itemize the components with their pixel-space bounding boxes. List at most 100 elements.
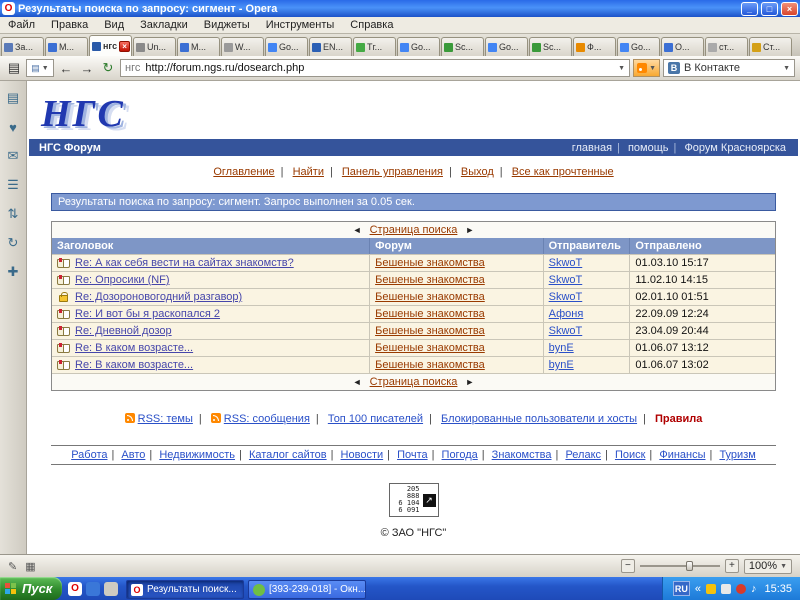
minimize-icon[interactable]: _ (741, 2, 758, 16)
page-menu-dropdown[interactable]: ▤▼ (26, 59, 54, 77)
updates-tray-icon[interactable] (706, 584, 716, 594)
topic-link[interactable]: Re: И вот бы я раскопался 2 (75, 308, 220, 320)
zoom-in-icon[interactable]: + (725, 559, 739, 573)
footer-link-znakomstva[interactable]: Знакомства (492, 449, 552, 461)
reload-icon[interactable]: ↻ (99, 59, 117, 77)
topic-link[interactable]: Re: Опросики (NF) (75, 274, 170, 286)
sender-link[interactable]: SkwoT (549, 291, 583, 303)
footer-link-finansy[interactable]: Финансы (659, 449, 705, 461)
menu-bookmarks[interactable]: Закладки (132, 18, 196, 32)
forum-link[interactable]: Бешеные знакомства (375, 359, 485, 371)
forum-link[interactable]: Бешеные знакомства (375, 342, 485, 354)
sender-link[interactable]: bynE (549, 359, 574, 371)
tab[interactable]: Тг... (353, 37, 396, 56)
search-page-link[interactable]: Страница поиска (370, 224, 458, 236)
topic-link[interactable]: Re: Дозороновогодний разгавор) (75, 291, 242, 303)
hit-counter[interactable]: 205 888 6 104 6 091 ↗ (389, 483, 439, 517)
nav-search[interactable]: Найти (293, 166, 324, 178)
tab[interactable]: За... (1, 37, 44, 56)
tab[interactable]: Un... (133, 37, 176, 56)
tab[interactable]: Go... (265, 37, 308, 56)
footer-link-novosti[interactable]: Новости (341, 449, 384, 461)
column-header-title[interactable]: Заголовок (52, 238, 370, 254)
menu-help[interactable]: Справка (342, 18, 401, 32)
sender-link[interactable]: bynE (549, 342, 574, 354)
prev-page-icon[interactable]: ◄ (353, 225, 362, 235)
tab[interactable]: М... (45, 37, 88, 56)
rss-feed-button[interactable]: ▼ (633, 59, 660, 77)
column-header-forum[interactable]: Форум (370, 238, 544, 254)
back-icon[interactable]: ← (57, 59, 75, 77)
rules-link[interactable]: Правила (655, 413, 702, 425)
footer-link-turizm[interactable]: Туризм (719, 449, 755, 461)
start-button[interactable]: Пуск (0, 577, 62, 600)
forum-link[interactable]: Бешеные знакомства (375, 257, 485, 269)
compose-icon[interactable]: ✎ (8, 560, 17, 573)
prev-page-icon[interactable]: ◄ (353, 377, 362, 387)
page-panel-icon[interactable]: ▤ (4, 89, 22, 107)
tab[interactable]: Ст... (749, 37, 792, 56)
footer-link-nedvizhimost[interactable]: Недвижимость (159, 449, 235, 461)
forum-link[interactable]: Бешеные знакомства (375, 325, 485, 337)
mail-icon[interactable]: ✉ (4, 147, 22, 165)
footer-link-poisk[interactable]: Поиск (615, 449, 645, 461)
topic-link[interactable]: Re: А как себя вести на сайтах знакомств… (75, 257, 294, 269)
images-toggle-icon[interactable]: ▦ (25, 560, 35, 573)
task-button-opera[interactable]: O Результаты поиск... (126, 580, 244, 599)
nav-control-panel[interactable]: Панель управления (342, 166, 443, 178)
opera-quicklaunch-icon[interactable]: O (68, 582, 82, 596)
clock[interactable]: 15:35 (764, 583, 792, 595)
footer-link-avto[interactable]: Авто (121, 449, 145, 461)
blocked-users-link[interactable]: Блокированные пользователи и хосты (441, 413, 637, 425)
menu-view[interactable]: Вид (96, 18, 132, 32)
nav-mark-read[interactable]: Все как прочтенные (512, 166, 614, 178)
volume-tray-icon[interactable]: ♪ (751, 583, 757, 595)
footer-link-pochta[interactable]: Почта (397, 449, 428, 461)
next-page-icon[interactable]: ► (465, 225, 474, 235)
sender-link[interactable]: SkwoT (549, 325, 583, 337)
top100-link[interactable]: Топ 100 писателей (328, 413, 423, 425)
vkontakte-search-widget[interactable]: В В Контакте ▼ (663, 59, 795, 77)
tab-active[interactable]: нгс× (89, 35, 132, 56)
link-help[interactable]: помощь (628, 142, 669, 154)
footer-link-pogoda[interactable]: Погода (442, 449, 478, 461)
sender-link[interactable]: SkwoT (549, 257, 583, 269)
tab[interactable]: EN... (309, 37, 352, 56)
notes-icon[interactable]: ☰ (4, 176, 22, 194)
network-tray-icon[interactable] (721, 584, 731, 594)
search-page-link[interactable]: Страница поиска (370, 376, 458, 388)
forum-link[interactable]: Бешеные знакомства (375, 274, 485, 286)
forum-link[interactable]: Бешеные знакомства (375, 291, 485, 303)
history-icon[interactable]: ↻ (4, 234, 22, 252)
tab[interactable]: О... (661, 37, 704, 56)
topic-link[interactable]: Re: В каком возрасте... (75, 342, 193, 354)
zoom-slider-thumb[interactable] (686, 561, 693, 571)
zoom-level-dropdown[interactable]: 100%▼ (744, 559, 792, 574)
transfers-icon[interactable]: ⇅ (4, 205, 22, 223)
menu-edit[interactable]: Правка (43, 18, 96, 32)
tab[interactable]: Go... (617, 37, 660, 56)
column-header-sender[interactable]: Отправитель (544, 238, 631, 254)
next-page-icon[interactable]: ► (465, 377, 474, 387)
tab[interactable]: М... (177, 37, 220, 56)
topic-link[interactable]: Re: В каком возрасте... (75, 359, 193, 371)
browser-quicklaunch-icon[interactable] (86, 582, 100, 596)
forward-icon[interactable]: → (78, 59, 96, 77)
task-button-icq[interactable]: [393-239-018] - Окн... (248, 580, 366, 599)
tab[interactable]: W... (221, 37, 264, 56)
tab[interactable]: Go... (397, 37, 440, 56)
tab[interactable]: ст... (705, 37, 748, 56)
tab[interactable]: Sc... (441, 37, 484, 56)
forum-link[interactable]: Бешеные знакомства (375, 308, 485, 320)
footer-link-relaks[interactable]: Релакс (565, 449, 601, 461)
zoom-slider[interactable] (640, 560, 720, 572)
tray-chevron-icon[interactable]: « (695, 583, 701, 595)
link-krasnoyarsk-forum[interactable]: Форум Красноярска (684, 142, 786, 154)
menu-tools[interactable]: Инструменты (258, 18, 343, 32)
sender-link[interactable]: Афоня (549, 308, 584, 320)
language-indicator[interactable]: RU (673, 581, 690, 596)
rss-topics-link[interactable]: RSS: темы (138, 413, 193, 425)
sender-link[interactable]: SkwoT (549, 274, 583, 286)
panels-toggle-icon[interactable]: ▤ (5, 59, 23, 77)
bookmarks-icon[interactable]: ♥ (4, 118, 22, 136)
